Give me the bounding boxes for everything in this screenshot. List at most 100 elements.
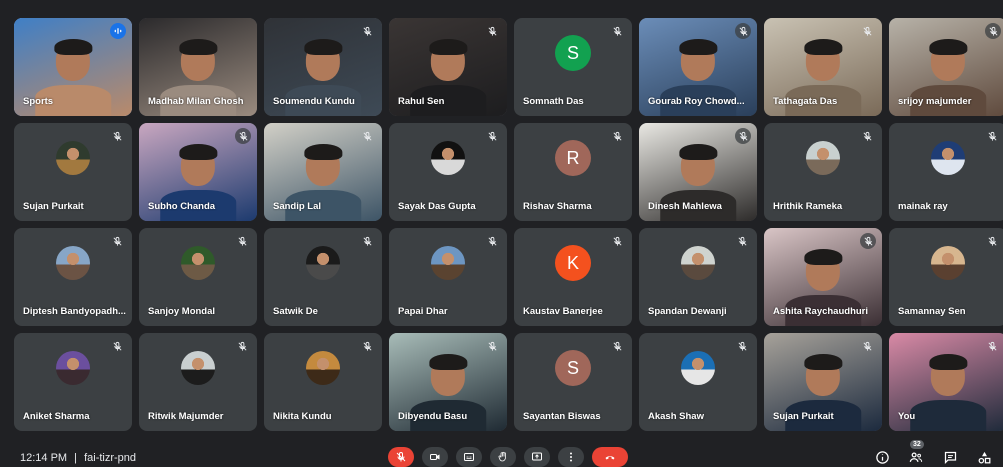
participant-tile[interactable]: Dibyendu Basu (389, 333, 507, 431)
participant-name: Ritwik Majumder (148, 411, 224, 422)
participant-name: Tathagata Das (773, 96, 838, 107)
muted-indicator (862, 129, 874, 141)
mic-off-icon (363, 341, 372, 351)
avatar (181, 246, 215, 281)
call-controls (388, 447, 628, 467)
avatar (681, 246, 715, 281)
participant-name: srijoy majumder (898, 96, 972, 107)
participant-tile[interactable]: srijoy majumder (889, 18, 1003, 116)
participant-tile[interactable]: Dinesh Mahlewa (639, 123, 757, 221)
participant-name: Sports (23, 96, 54, 107)
muted-indicator (362, 24, 374, 36)
participant-tile[interactable]: Ashita Raychaudhuri (764, 228, 882, 326)
muted-indicator (487, 339, 499, 351)
participant-tile[interactable]: Madhab Milan Ghosh (139, 18, 257, 116)
participant-tile[interactable]: K Kaustav Banerjee (514, 228, 632, 326)
mic-off-icon (988, 131, 997, 141)
participant-tile[interactable]: Diptesh Bandyopadh... (14, 228, 132, 326)
participant-tile[interactable]: You (889, 333, 1003, 431)
participant-name: Sayak Das Gupta (398, 201, 476, 212)
mic-off-icon (864, 236, 872, 246)
participant-tile[interactable]: Ritwik Majumder (139, 333, 257, 431)
participant-name: Nikita Kundu (273, 411, 332, 422)
present-icon (532, 452, 542, 461)
participant-tile[interactable]: Sports (14, 18, 132, 116)
mic-toggle-button[interactable] (388, 447, 414, 467)
muted-indicator (987, 234, 999, 246)
mic-off-icon (863, 131, 872, 141)
participant-name: Dibyendu Basu (398, 411, 468, 422)
camera-icon (430, 454, 440, 460)
participant-name: mainak ray (898, 201, 948, 212)
participant-tile[interactable]: Aniket Sharma (14, 333, 132, 431)
more-options-button[interactable] (558, 447, 584, 467)
mic-off-icon (488, 26, 497, 36)
participant-tile[interactable]: Rahul Sen (389, 18, 507, 116)
participant-name: Samannay Sen (898, 306, 966, 317)
participant-tile[interactable]: Sanjoy Mondal (139, 228, 257, 326)
participant-tile[interactable]: Gourab Roy Chowd... (639, 18, 757, 116)
muted-indicator (612, 24, 624, 36)
avatar (806, 141, 840, 176)
participant-tile[interactable]: Satwik De (264, 228, 382, 326)
people-icon (909, 452, 923, 462)
audio-level-icon (114, 28, 122, 34)
participant-tile[interactable]: Hrithik Rameka (764, 123, 882, 221)
avatar (56, 246, 90, 281)
participant-name: Sujan Purkait (773, 411, 834, 422)
participant-tile[interactable]: Sayak Das Gupta (389, 123, 507, 221)
participant-name: Dinesh Mahlewa (648, 201, 722, 212)
participant-tile[interactable]: Tathagata Das (764, 18, 882, 116)
mic-off-icon (613, 131, 622, 141)
participant-tile[interactable]: S Somnath Das (514, 18, 632, 116)
chat-icon (944, 451, 956, 464)
muted-indicator (987, 129, 999, 141)
avatar-initial: R (555, 140, 591, 177)
mic-off-icon (988, 236, 997, 246)
meeting-time: 12:14 PM (20, 452, 68, 464)
participant-tile[interactable]: Akash Shaw (639, 333, 757, 431)
captions-button[interactable] (456, 447, 482, 467)
mic-off-icon (488, 341, 497, 351)
participant-name: Kaustav Banerjee (523, 306, 603, 317)
bottom-bar: 12:14 PM | fai-tizr-pnd 32 (0, 440, 1003, 467)
participant-tile[interactable]: Soumendu Kundu (264, 18, 382, 116)
participant-tile[interactable]: R Rishav Sharma (514, 123, 632, 221)
chat-button[interactable] (939, 448, 961, 466)
mic-off-icon (396, 451, 406, 462)
muted-indicator (735, 23, 751, 39)
participant-tile[interactable]: Sujan Purkait (14, 123, 132, 221)
activities-button[interactable] (973, 448, 995, 466)
participant-name: Papai Dhar (398, 306, 448, 317)
avatar (681, 351, 715, 386)
muted-indicator (737, 234, 749, 246)
mic-off-icon (238, 236, 247, 246)
mic-off-icon (613, 236, 622, 246)
mic-off-icon (738, 341, 747, 351)
participant-tile[interactable]: Samannay Sen (889, 228, 1003, 326)
participant-name: Soumendu Kundu (273, 96, 355, 107)
participant-tile[interactable]: S Sayantan Biswas (514, 333, 632, 431)
mic-off-icon (113, 341, 122, 351)
participant-tile[interactable]: Spandan Dewanji (639, 228, 757, 326)
activities-icon (978, 451, 990, 463)
muted-indicator (235, 128, 251, 144)
camera-toggle-button[interactable] (422, 447, 448, 467)
muted-indicator (860, 233, 876, 249)
people-button[interactable]: 32 (905, 440, 927, 466)
participant-tile[interactable]: Papai Dhar (389, 228, 507, 326)
leave-call-button[interactable] (592, 447, 628, 467)
participant-name: Satwik De (273, 306, 318, 317)
present-button[interactable] (524, 447, 550, 467)
participant-tile[interactable]: Sujan Purkait (764, 333, 882, 431)
participant-tile[interactable]: Sandip Lal (264, 123, 382, 221)
muted-indicator (612, 129, 624, 141)
participant-tile[interactable]: Nikita Kundu (264, 333, 382, 431)
muted-indicator (112, 339, 124, 351)
raise-hand-button[interactable] (490, 447, 516, 467)
participant-tile[interactable]: Subho Chanda (139, 123, 257, 221)
meeting-details-button[interactable] (871, 448, 893, 466)
participant-tile[interactable]: mainak ray (889, 123, 1003, 221)
muted-indicator (487, 129, 499, 141)
speaking-indicator (110, 23, 126, 39)
